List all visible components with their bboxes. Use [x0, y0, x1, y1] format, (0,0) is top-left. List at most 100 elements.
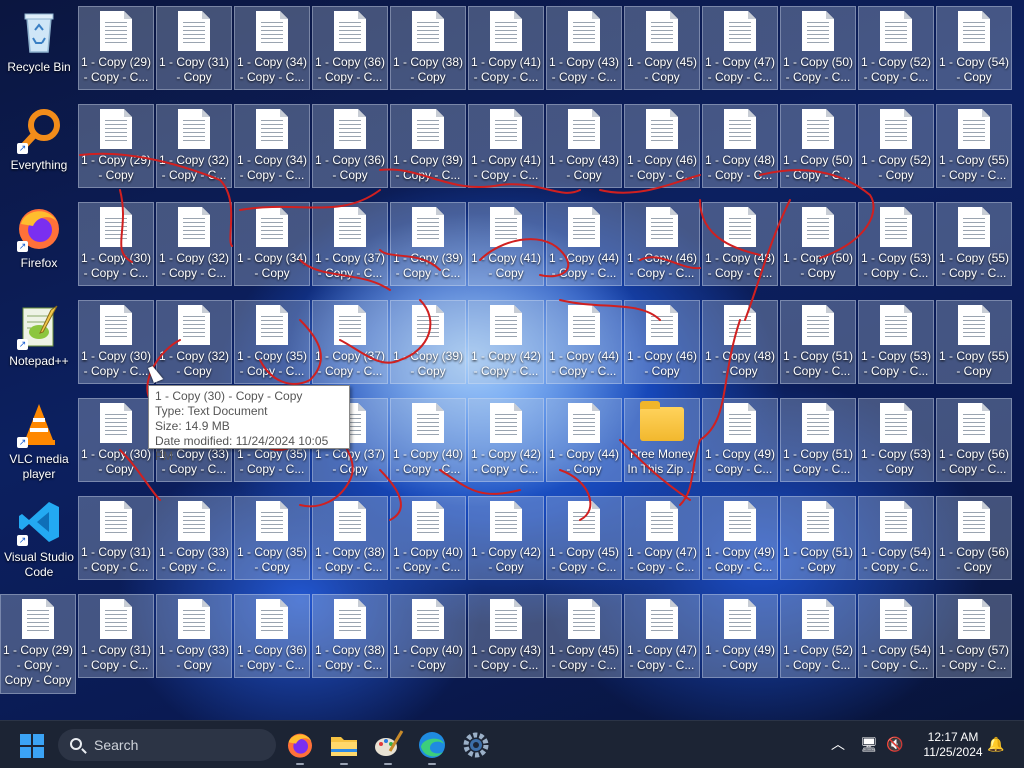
file-item[interactable]: 1 - Copy (43) - Copy [546, 104, 622, 188]
file-item[interactable]: 1 - Copy (32) - Copy - C... [156, 104, 232, 188]
file-item[interactable]: 1 - Copy (38) - Copy [390, 6, 466, 90]
file-item[interactable]: 1 - Copy (32) - Copy [156, 300, 232, 384]
clock[interactable]: 12:17 AM 11/25/2024 [918, 730, 988, 760]
file-item[interactable]: 1 - Copy (53) - Copy - C... [858, 300, 934, 384]
folder-item[interactable]: Free Money In This Zip ... [624, 398, 700, 482]
file-item[interactable]: 1 - Copy (43) - Copy - C... [546, 6, 622, 90]
file-item[interactable]: 1 - Copy (30) - Copy [78, 398, 154, 482]
shortcut-vscode[interactable]: ↗ Visual Studio Code [0, 498, 78, 580]
file-item[interactable]: 1 - Copy (46) - Copy - C... [624, 202, 700, 286]
shortcut-notepadpp[interactable]: ↗ Notepad++ [0, 302, 78, 369]
file-item[interactable]: 1 - Copy (47) - Copy - C... [702, 6, 778, 90]
file-item[interactable]: 1 - Copy (57) - Copy - C... [936, 594, 1012, 678]
file-item[interactable]: 1 - Copy (30) - Copy - C... [78, 300, 154, 384]
file-item[interactable]: 1 - Copy (31) - Copy - C... [78, 496, 154, 580]
file-item[interactable]: 1 - Copy (51) - Copy - C... [780, 398, 856, 482]
taskbar-file-explorer[interactable] [328, 729, 360, 765]
file-item[interactable]: 1 - Copy (29) - Copy [78, 104, 154, 188]
file-item[interactable]: 1 - Copy (39) - Copy - C... [390, 202, 466, 286]
file-item[interactable]: 1 - Copy (38) - Copy - C... [312, 594, 388, 678]
file-item[interactable]: 1 - Copy (37) - Copy - C... [312, 300, 388, 384]
file-item[interactable]: 1 - Copy (54) - Copy [936, 6, 1012, 90]
taskbar-settings[interactable] [460, 729, 492, 761]
file-item[interactable]: 1 - Copy (55) - Copy - C... [936, 104, 1012, 188]
file-item[interactable]: 1 - Copy (52) - Copy [858, 104, 934, 188]
file-item[interactable]: 1 - Copy (44) - Copy - C... [546, 202, 622, 286]
file-item[interactable]: 1 - Copy (33) - Copy [156, 594, 232, 678]
shortcut-recycle-bin[interactable]: Recycle Bin [0, 8, 78, 75]
file-item[interactable]: 1 - Copy (47) - Copy - C... [624, 594, 700, 678]
file-item[interactable]: 1 - Copy (32) - Copy - C... [156, 202, 232, 286]
file-item[interactable]: 1 - Copy (53) - Copy [858, 398, 934, 482]
file-item[interactable]: 1 - Copy (45) - Copy [624, 6, 700, 90]
file-item[interactable]: 1 - Copy (29) - Copy - Copy - Copy [0, 594, 76, 694]
taskbar-paint[interactable] [372, 729, 404, 765]
file-item[interactable]: 1 - Copy (53) - Copy - C... [858, 202, 934, 286]
file-item[interactable]: 1 - Copy (40) - Copy - C... [390, 398, 466, 482]
shortcut-everything[interactable]: ↗ Everything [0, 106, 78, 173]
file-item[interactable]: 1 - Copy (41) - Copy [468, 202, 544, 286]
file-item[interactable]: 1 - Copy (34) - Copy [234, 202, 310, 286]
file-item[interactable]: 1 - Copy (44) - Copy - C... [546, 300, 622, 384]
file-item[interactable]: 1 - Copy (47) - Copy - C... [624, 496, 700, 580]
file-item[interactable]: 1 - Copy (42) - Copy - C... [468, 300, 544, 384]
file-item[interactable]: 1 - Copy (56) - Copy [936, 496, 1012, 580]
file-item[interactable]: 1 - Copy (34) - Copy - C... [234, 104, 310, 188]
file-item[interactable]: 1 - Copy (52) - Copy - C... [780, 594, 856, 678]
shortcut-firefox[interactable]: ↗ Firefox [0, 204, 78, 271]
file-item[interactable]: 1 - Copy (43) - Copy - C... [468, 594, 544, 678]
file-item[interactable]: 1 - Copy (42) - Copy [468, 496, 544, 580]
file-item[interactable]: 1 - Copy (42) - Copy - C... [468, 398, 544, 482]
file-item[interactable]: 1 - Copy (35) - Copy - C... [234, 300, 310, 384]
file-item[interactable]: 1 - Copy (40) - Copy [390, 594, 466, 678]
file-item[interactable]: 1 - Copy (39) - Copy - C... [390, 104, 466, 188]
taskbar-firefox[interactable] [284, 729, 316, 765]
file-item[interactable]: 1 - Copy (54) - Copy - C... [858, 496, 934, 580]
taskbar-search-box[interactable]: Search [58, 729, 276, 761]
file-item[interactable]: 1 - Copy (50) - Copy [780, 202, 856, 286]
file-item[interactable]: 1 - Copy (36) - Copy [312, 104, 388, 188]
file-item[interactable]: 1 - Copy (52) - Copy - C... [858, 6, 934, 90]
file-item[interactable]: 1 - Copy (34) - Copy - C... [234, 6, 310, 90]
file-item[interactable]: 1 - Copy (31) - Copy - C... [78, 594, 154, 678]
file-item[interactable]: 1 - Copy (50) - Copy - C... [780, 104, 856, 188]
file-item[interactable]: 1 - Copy (30) - Copy - C... [78, 202, 154, 286]
file-item[interactable]: 1 - Copy (51) - Copy - C... [780, 300, 856, 384]
file-item[interactable]: 1 - Copy (48) - Copy - C... [702, 104, 778, 188]
file-item[interactable]: 1 - Copy (36) - Copy - C... [312, 6, 388, 90]
file-item[interactable]: 1 - Copy (36) - Copy - C... [234, 594, 310, 678]
file-item[interactable]: 1 - Copy (54) - Copy - C... [858, 594, 934, 678]
file-item[interactable]: 1 - Copy (49) - Copy [702, 594, 778, 678]
file-item[interactable]: 1 - Copy (37) - Copy - C... [312, 202, 388, 286]
file-item[interactable]: 1 - Copy (29) - Copy - C... [78, 6, 154, 90]
start-button[interactable] [20, 734, 44, 758]
file-item[interactable]: 1 - Copy (49) - Copy - C... [702, 398, 778, 482]
file-item[interactable]: 1 - Copy (51) - Copy [780, 496, 856, 580]
file-item[interactable]: 1 - Copy (45) - Copy - C... [546, 496, 622, 580]
file-item[interactable]: 1 - Copy (33) - Copy - C... [156, 496, 232, 580]
file-item[interactable]: 1 - Copy (41) - Copy - C... [468, 104, 544, 188]
file-item[interactable]: 1 - Copy (45) - Copy - C... [546, 594, 622, 678]
file-item[interactable]: 1 - Copy (48) - Copy [702, 300, 778, 384]
file-item[interactable]: 1 - Copy (40) - Copy - C... [390, 496, 466, 580]
shortcut-vlc[interactable]: ↗ VLC media player [0, 400, 78, 482]
show-hidden-icons-chevron-icon[interactable]: ︿ [829, 735, 847, 753]
network-icon[interactable]: 🖥 [860, 735, 878, 753]
file-item[interactable]: 1 - Copy (44) - Copy [546, 398, 622, 482]
file-item[interactable]: 1 - Copy (49) - Copy - C... [702, 496, 778, 580]
file-item[interactable]: 1 - Copy (48) - Copy - C... [702, 202, 778, 286]
file-item[interactable]: 1 - Copy (41) - Copy - C... [468, 6, 544, 90]
file-item[interactable]: 1 - Copy (46) - Copy [624, 300, 700, 384]
file-item[interactable]: 1 - Copy (46) - Copy - C... [624, 104, 700, 188]
volume-muted-icon[interactable]: 🔇 [886, 735, 904, 753]
file-item[interactable]: 1 - Copy (50) - Copy - C... [780, 6, 856, 90]
taskbar-edge[interactable] [416, 729, 448, 765]
file-item[interactable]: 1 - Copy (56) - Copy - C... [936, 398, 1012, 482]
file-item[interactable]: 1 - Copy (55) - Copy [936, 300, 1012, 384]
file-item[interactable]: 1 - Copy (35) - Copy [234, 496, 310, 580]
file-item[interactable]: 1 - Copy (39) - Copy [390, 300, 466, 384]
file-item[interactable]: 1 - Copy (38) - Copy - C... [312, 496, 388, 580]
notification-bell-icon[interactable]: 🔔 [987, 735, 1005, 753]
file-item[interactable]: 1 - Copy (55) - Copy - C... [936, 202, 1012, 286]
file-item[interactable]: 1 - Copy (31) - Copy [156, 6, 232, 90]
